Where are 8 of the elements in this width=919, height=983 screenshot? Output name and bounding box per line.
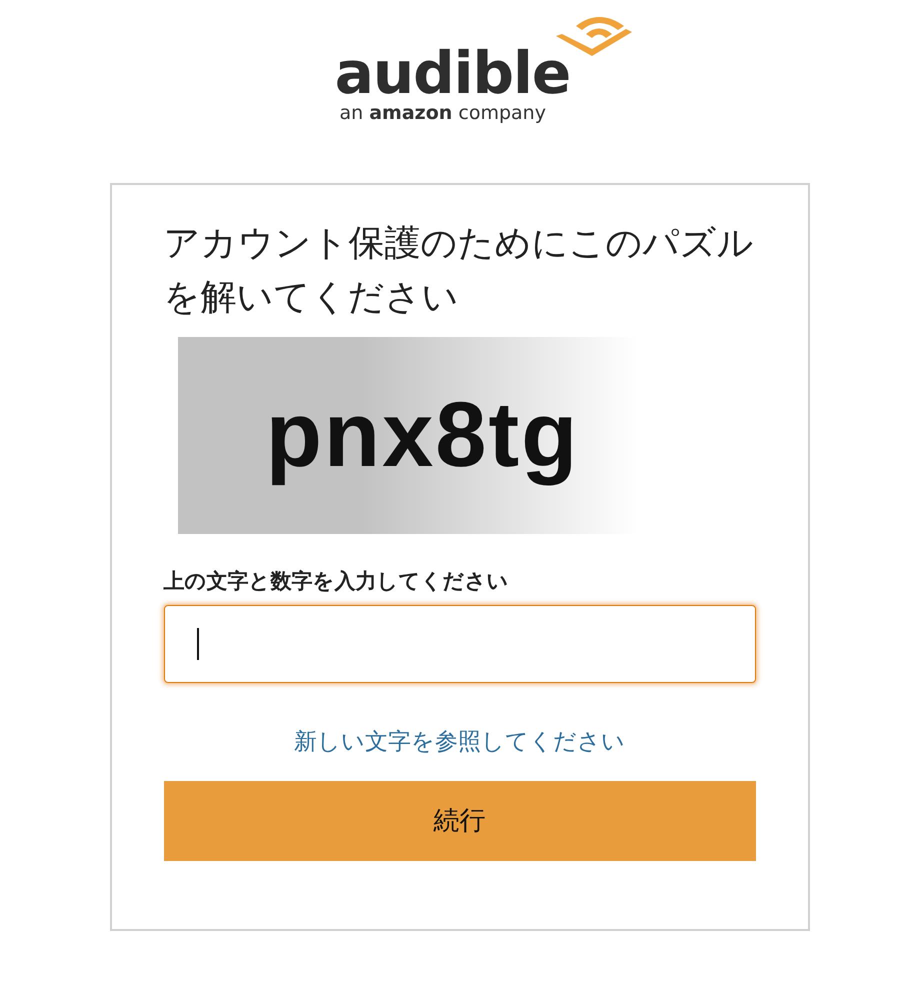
- logo-tagline: an amazon company: [340, 102, 546, 125]
- field-label: 上の文字と数字を入力してください: [164, 568, 510, 595]
- continue-button[interactable]: 続行: [164, 780, 756, 861]
- page-heading: アカウント保護のためにこのパズルを解いてください: [164, 222, 754, 320]
- input-field[interactable]: [164, 604, 756, 683]
- text-cursor-icon: [196, 628, 198, 660]
- logo-wordmark: audible: [334, 44, 570, 102]
- refresh-link[interactable]: 新しい文字を参照してください: [294, 726, 625, 757]
